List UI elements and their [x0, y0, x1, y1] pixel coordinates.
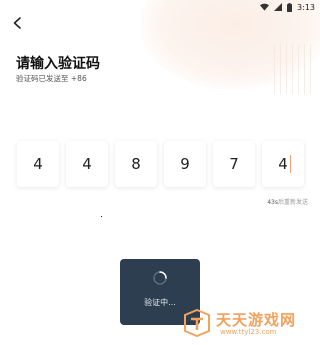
text-caret [290, 155, 291, 173]
battery-icon [287, 2, 293, 12]
code-digit-value: 7 [229, 155, 239, 173]
status-bar: 3:13 [0, 0, 320, 14]
code-digit-2[interactable]: 4 [66, 141, 108, 187]
page-subtitle: 验证码已发送至 +86 [16, 74, 87, 83]
watermark-url: www.ttyl23.com [220, 328, 277, 336]
signal-icon [274, 3, 283, 11]
code-digit-value: 4 [82, 155, 92, 173]
code-digit-5[interactable]: 7 [213, 141, 255, 187]
code-digit-value: 8 [131, 155, 141, 173]
status-time: 3:13 [297, 2, 315, 12]
code-digit-1[interactable]: 4 [17, 141, 59, 187]
resend-label: 后重新发送 [277, 199, 308, 206]
code-digit-4[interactable]: 9 [164, 141, 206, 187]
code-digit-3[interactable]: 8 [115, 141, 157, 187]
resend-countdown: 43s后重新发送 [267, 197, 308, 206]
code-digit-value: 9 [180, 155, 190, 173]
watermark-name: 天天游戏网 [216, 311, 297, 329]
header-pattern [274, 44, 314, 94]
back-button[interactable] [10, 14, 26, 32]
code-digit-value: 4 [278, 155, 288, 173]
watermark-logo-icon [184, 309, 210, 337]
code-input-group: 4 4 8 9 7 4 [17, 141, 304, 187]
page-title: 请输入验证码 [16, 56, 100, 72]
stray-dot [101, 216, 102, 217]
code-digit-value: 4 [33, 155, 43, 173]
loading-spinner-icon [153, 271, 167, 285]
watermark: 天天游戏网 www.ttyl23.com [180, 305, 320, 345]
wifi-icon [260, 3, 270, 11]
code-digit-6[interactable]: 4 [262, 141, 304, 187]
chevron-left-icon [13, 17, 21, 29]
countdown-seconds: 43s [267, 199, 278, 206]
